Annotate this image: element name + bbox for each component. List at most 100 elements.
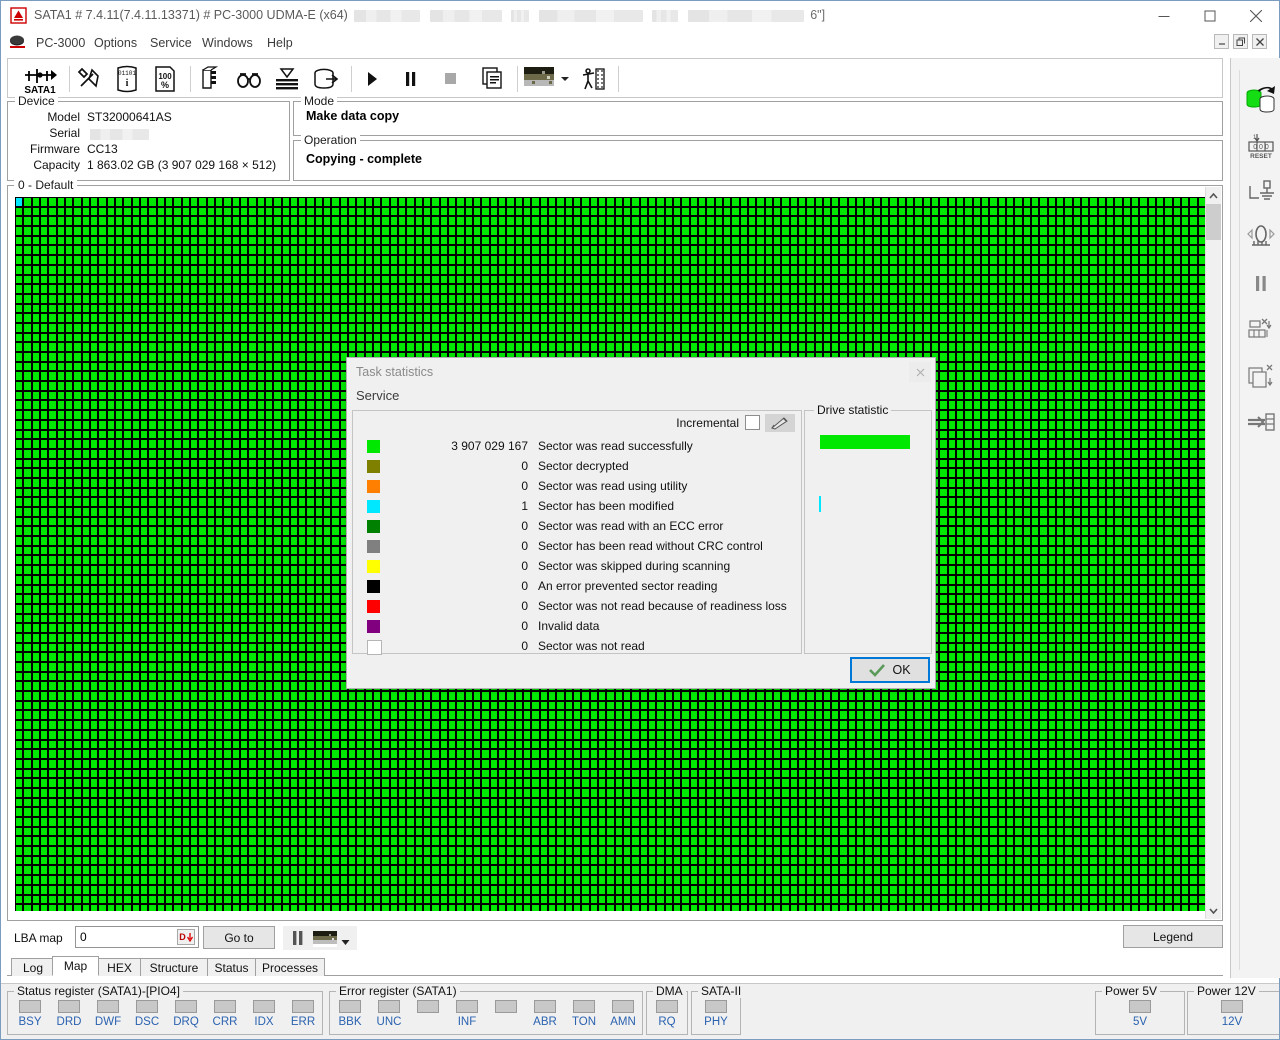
map-cell[interactable]: [298, 322, 307, 333]
map-cell[interactable]: [939, 216, 948, 227]
map-cell[interactable]: [489, 284, 499, 294]
map-cell[interactable]: [214, 245, 224, 256]
map-cell[interactable]: [189, 507, 199, 517]
map-cell[interactable]: [806, 332, 815, 343]
map-cell[interactable]: [1122, 313, 1131, 323]
map-cell[interactable]: [23, 477, 32, 488]
map-cell[interactable]: [181, 352, 190, 362]
map-cell[interactable]: [1180, 371, 1190, 382]
map-cell[interactable]: [523, 322, 532, 333]
map-cell[interactable]: [531, 313, 540, 323]
map-cell[interactable]: [23, 507, 32, 517]
map-cell[interactable]: [339, 293, 349, 304]
map-cell[interactable]: [722, 206, 732, 217]
map-cell[interactable]: [1122, 439, 1131, 449]
map-cell[interactable]: [847, 293, 857, 304]
map-cell[interactable]: [56, 264, 65, 275]
map-cell[interactable]: [1064, 226, 1073, 236]
map-cell[interactable]: [173, 526, 182, 537]
map-cell[interactable]: [1056, 458, 1065, 469]
map-cell[interactable]: [256, 226, 265, 236]
map-cell[interactable]: [164, 419, 174, 430]
map-cell[interactable]: [906, 342, 915, 352]
map-cell[interactable]: [939, 322, 948, 333]
map-cell[interactable]: [206, 264, 215, 275]
map-cell[interactable]: [423, 226, 432, 236]
map-cell[interactable]: [414, 197, 424, 207]
map-cell[interactable]: [972, 487, 982, 498]
map-cell[interactable]: [239, 342, 249, 352]
map-cell[interactable]: [64, 216, 74, 227]
map-cell[interactable]: [364, 274, 374, 285]
map-cell[interactable]: [1031, 419, 1040, 430]
map-cell[interactable]: [831, 264, 840, 275]
map-cell[interactable]: [972, 390, 982, 401]
map-cell[interactable]: [139, 439, 149, 449]
map-cell[interactable]: [56, 507, 65, 517]
map-cell[interactable]: [39, 390, 49, 401]
map-cell[interactable]: [1006, 419, 1015, 430]
map-cell[interactable]: [81, 516, 90, 527]
map-cell[interactable]: [56, 400, 65, 411]
map-cell[interactable]: [173, 206, 182, 217]
map-cell[interactable]: [1114, 293, 1123, 304]
map-cell[interactable]: [956, 439, 965, 449]
map-cell[interactable]: [1189, 284, 1198, 294]
map-cell[interactable]: [1047, 226, 1057, 236]
map-cell[interactable]: [164, 197, 174, 207]
map-cell[interactable]: [606, 197, 615, 207]
map-cell[interactable]: [1147, 303, 1156, 314]
map-cell[interactable]: [1164, 429, 1173, 440]
map-cell[interactable]: [1022, 352, 1032, 362]
map-cell[interactable]: [1072, 400, 1081, 411]
map-cell[interactable]: [581, 342, 590, 352]
map-cell[interactable]: [114, 197, 124, 207]
map-cell[interactable]: [89, 410, 99, 420]
map-cell[interactable]: [498, 245, 507, 256]
map-cell[interactable]: [314, 468, 324, 478]
map-cell[interactable]: [1172, 235, 1181, 246]
map-cell[interactable]: [331, 516, 340, 527]
map-cell[interactable]: [939, 390, 948, 401]
map-cell[interactable]: [1172, 361, 1181, 372]
map-cell[interactable]: [722, 235, 732, 246]
map-cell[interactable]: [481, 226, 490, 236]
map-cell[interactable]: [964, 448, 973, 459]
map-cell[interactable]: [64, 419, 74, 430]
map-cell[interactable]: [572, 216, 582, 227]
map-cell[interactable]: [239, 400, 249, 411]
map-cell[interactable]: [164, 507, 174, 517]
map-cell[interactable]: [1089, 235, 1098, 246]
map-cell[interactable]: [348, 264, 357, 275]
map-cell[interactable]: [289, 245, 299, 256]
map-cell[interactable]: [239, 197, 249, 207]
map-cell[interactable]: [223, 468, 232, 478]
map-cell[interactable]: [1155, 303, 1165, 314]
map-cell[interactable]: [747, 235, 757, 246]
copy-task-button[interactable]: [1243, 356, 1279, 396]
map-cell[interactable]: [131, 507, 140, 517]
map-cell[interactable]: [439, 216, 449, 227]
map-cell[interactable]: [439, 332, 449, 343]
map-cell[interactable]: [1056, 332, 1065, 343]
map-cell[interactable]: [1155, 516, 1165, 527]
map-cell[interactable]: [389, 216, 399, 227]
map-cell[interactable]: [223, 303, 232, 314]
map-cell[interactable]: [139, 429, 149, 440]
map-cell[interactable]: [106, 439, 115, 449]
map-cell[interactable]: [439, 197, 449, 207]
map-cell[interactable]: [23, 226, 32, 236]
map-cell[interactable]: [556, 226, 565, 236]
map-cell[interactable]: [939, 255, 948, 265]
map-cell[interactable]: [1122, 332, 1131, 343]
map-cell[interactable]: [1097, 264, 1106, 275]
map-cell[interactable]: [339, 255, 349, 265]
map-cell[interactable]: [706, 216, 715, 227]
map-cell[interactable]: [1164, 293, 1173, 304]
map-cell[interactable]: [448, 322, 457, 333]
map-cell[interactable]: [548, 274, 557, 285]
map-cell[interactable]: [139, 264, 149, 275]
map-cell[interactable]: [631, 255, 640, 265]
map-cell[interactable]: [89, 235, 99, 246]
map-cell[interactable]: [156, 274, 165, 285]
